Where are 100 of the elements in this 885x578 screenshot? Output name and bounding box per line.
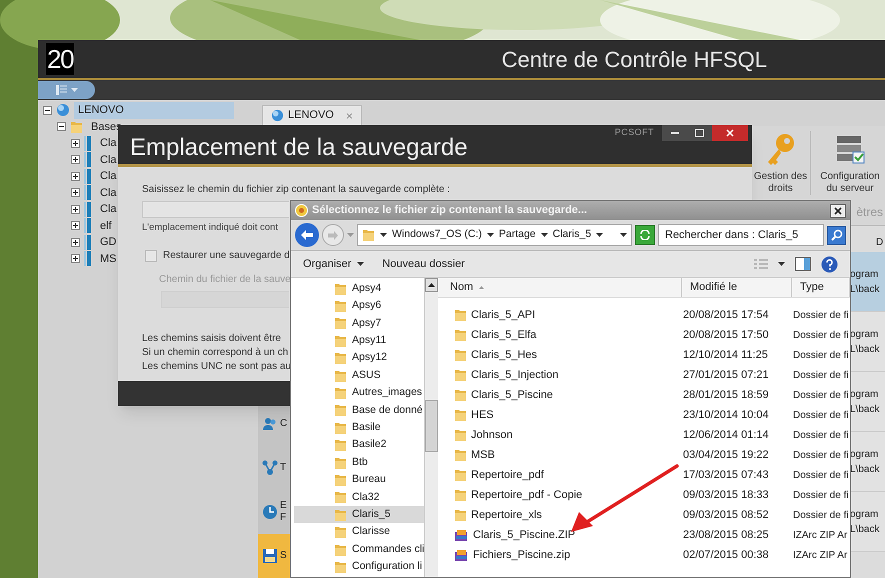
nav-item[interactable]: Basile <box>294 419 424 437</box>
tree-item[interactable]: Cla <box>96 168 121 184</box>
nav-item[interactable]: Cla32 <box>294 488 424 506</box>
nav-item[interactable]: Apsy11 <box>294 332 424 350</box>
nav-item[interactable]: ASUS <box>294 366 424 384</box>
ribbon-group-label: ètres <box>856 204 883 221</box>
nav-item[interactable]: Commandes cli <box>294 540 424 558</box>
breadcrumb-item[interactable]: Partage <box>498 227 536 243</box>
nav-item[interactable]: Claris_5 <box>294 506 424 524</box>
type-cell-text: Dossier de fi <box>792 388 849 402</box>
type-cell-text: Dossier de fi <box>792 328 849 342</box>
nav-item[interactable]: Autres_images <box>294 384 424 402</box>
side-menu-item[interactable]: C <box>258 402 290 446</box>
list-row[interactable]: ogram L\back <box>850 432 885 492</box>
file-row[interactable]: Claris_5_Injection 27/01/2015 07:21 Dossier de fi <box>438 365 850 385</box>
address-bar[interactable]: Windows7_OS (C:) Partage Claris_5 <box>357 224 632 246</box>
brand-logo: PCSOFT <box>614 126 654 139</box>
file-name: Fichiers_Piscine.zip <box>473 548 570 563</box>
type-cell-text: Dossier de fi <box>792 468 849 482</box>
list-row[interactable]: ogram L\back <box>850 252 885 312</box>
side-menu-item[interactable]: T <box>258 446 290 490</box>
file-name: Claris_5_Hes <box>471 348 538 363</box>
ribbon-button[interactable]: Configuration du serveur <box>815 131 885 195</box>
file-row[interactable]: Claris_5_Hes 12/10/2014 11:25 Dossier de fi <box>438 345 850 365</box>
tree-item[interactable]: GD <box>96 234 120 250</box>
column-header[interactable]: Nom <box>438 278 682 297</box>
tree-item[interactable]: elf <box>96 218 116 234</box>
nav-item[interactable]: Base de donné <box>294 402 424 420</box>
list-row[interactable]: ogram L\back <box>850 372 885 432</box>
dialog-title: Emplacement de la sauvegarde <box>129 133 468 160</box>
file-row[interactable]: MSB 03/04/2015 19:22 Dossier de fi <box>438 445 850 465</box>
nav-item[interactable]: Apsy6 <box>294 297 424 315</box>
side-menu-item[interactable]: S <box>258 534 290 578</box>
date-cell-text: 02/07/2015 00:38 <box>682 548 770 563</box>
file-name: Claris_5_Injection <box>471 368 558 383</box>
tree-item[interactable]: Cla <box>96 201 121 218</box>
file-row[interactable]: Claris_5_Piscine 28/01/2015 18:59 Dossier de fi <box>438 385 850 405</box>
file-row[interactable]: HES 23/10/2014 10:04 Dossier de fi <box>438 405 850 425</box>
type-cell-text: Dossier de fi <box>792 408 849 422</box>
date-cell-text: 28/01/2015 18:59 <box>682 388 770 403</box>
file-row[interactable]: Fichiers_Piscine.zip 02/07/2015 00:38 IZArc ZIP Ar <box>438 545 850 565</box>
nav-item[interactable]: Apsy12 <box>294 350 424 367</box>
list-row[interactable]: ogram L\back <box>850 312 885 372</box>
type-cell-text: Dossier de fi <box>792 308 849 322</box>
nav-item[interactable]: Bureau <box>294 471 424 489</box>
date-cell-text: 12/06/2014 01:14 <box>682 428 770 443</box>
file-row[interactable]: Claris_5_API 20/08/2015 17:54 Dossier de fi <box>438 305 850 325</box>
toolbar-button[interactable]: Organiser <box>303 256 364 272</box>
dialog-title: Sélectionnez le fichier zip contenant la sauvegarde... <box>312 203 588 218</box>
tree-item[interactable]: Cla <box>96 184 121 201</box>
search-field[interactable]: Rechercher dans : Claris_5 <box>658 224 824 246</box>
checkbox-label: Restaurer une sauvegarde d <box>163 249 290 264</box>
file-name: Claris_5_Piscine.ZIP <box>473 528 576 543</box>
toolbar-button[interactable]: Nouveau dossier <box>382 256 465 272</box>
tree-item[interactable]: Cla <box>96 135 121 152</box>
file-name: Repertoire_xls <box>471 508 542 523</box>
date-cell-text: 12/10/2014 11:25 <box>682 348 769 363</box>
date-cell-text: 23/08/2015 08:25 <box>682 528 770 543</box>
type-cell-text: IZArc ZIP Ar <box>792 528 848 542</box>
column-header[interactable]: Type <box>792 278 850 297</box>
nav-item[interactable]: Btb <box>294 454 424 472</box>
nav-item[interactable]: Apsy4 <box>294 280 424 298</box>
nav-item[interactable]: Basile2 <box>294 436 424 454</box>
file-row[interactable]: Claris_5_Elfa 20/08/2015 17:50 Dossier de fi <box>438 325 850 345</box>
breadcrumb-item[interactable]: Windows7_OS (C:) <box>392 227 482 243</box>
tree-item[interactable]: Cla <box>96 152 121 168</box>
file-name: Claris_5_Piscine <box>471 388 553 403</box>
type-cell-text: Dossier de fi <box>792 448 849 462</box>
tree-item[interactable]: LENOVO <box>74 102 234 118</box>
file-row[interactable]: Johnson 12/06/2014 01:14 Dossier de fi <box>438 425 850 445</box>
file-row[interactable]: Repertoire_pdf 17/03/2015 07:43 Dossier de fi <box>438 465 850 485</box>
tab[interactable]: LENOVO × <box>262 105 362 125</box>
window-title: Centre de Contrôle HFSQL <box>502 46 767 74</box>
file-row[interactable]: Repertoire_pdf - Copie 09/03/2015 18:33 Dossier de fi <box>438 485 850 505</box>
column-header: D <box>876 236 884 250</box>
breadcrumb-item[interactable]: Claris_5 <box>552 227 592 243</box>
list-row[interactable]: ogram L\back <box>850 492 885 552</box>
info-text: Si un chemin correspond à un ch <box>142 346 288 360</box>
date-cell-text: 20/08/2015 17:50 <box>682 328 770 343</box>
file-name: MSB <box>471 448 495 463</box>
nav-item[interactable]: Clarisse <box>294 523 424 541</box>
file-name: Johnson <box>471 428 513 443</box>
type-cell-text: Dossier de fi <box>792 428 849 442</box>
date-cell-text: 17/03/2015 07:43 <box>682 468 770 483</box>
nav-item[interactable]: Apsy7 <box>294 314 424 332</box>
file-name: HES <box>471 408 494 423</box>
date-cell-text: 09/03/2015 08:52 <box>682 508 770 523</box>
file-name: Claris_5_Elfa <box>471 328 536 343</box>
type-cell-text: Dossier de fi <box>792 348 849 362</box>
file-row[interactable]: Repertoire_xls 09/03/2015 08:52 Dossier de fi <box>438 505 850 525</box>
file-name: Repertoire_pdf <box>471 468 544 483</box>
prompt-text: Saisissez le chemin du fichier zip contenant la sauvegarde complète : <box>142 183 450 197</box>
side-menu-item[interactable]: E F <box>258 490 290 534</box>
date-cell-text: 03/04/2015 19:22 <box>682 448 770 463</box>
column-header[interactable]: Modifié le <box>682 278 792 297</box>
tree-item[interactable]: MS <box>96 250 120 267</box>
date-cell-text: 23/10/2014 10:04 <box>682 408 770 423</box>
nav-item[interactable]: Configuration li <box>294 558 424 576</box>
file-row[interactable]: Claris_5_Piscine.ZIP 23/08/2015 08:25 IZArc ZIP Ar <box>438 525 850 545</box>
date-cell-text: 20/08/2015 17:54 <box>682 308 770 323</box>
